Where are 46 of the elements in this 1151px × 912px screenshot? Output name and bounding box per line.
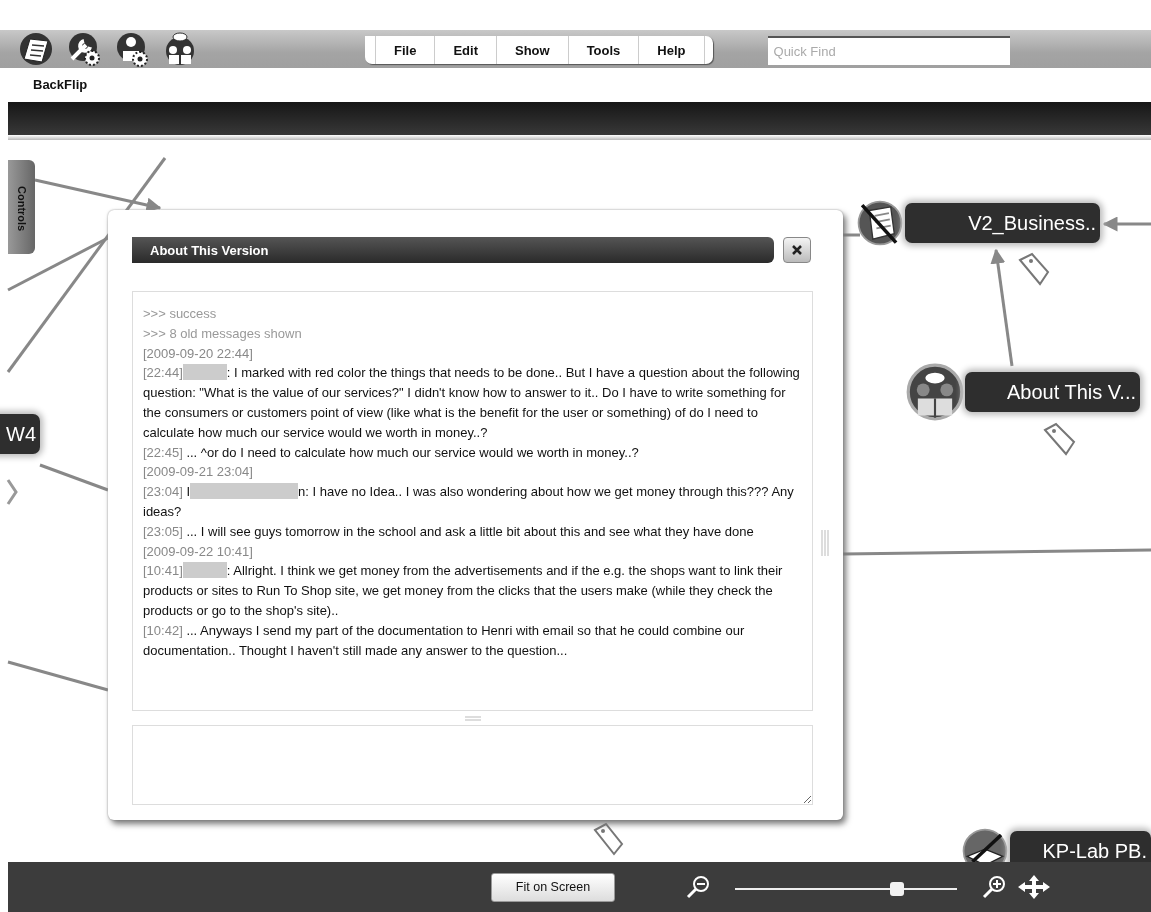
resize-handle[interactable] (821, 530, 829, 556)
connector-line (843, 233, 860, 237)
chat-message: [22:44] : I marked with red color the things that needs to be done.. But I have a question about the following question: "What is the value of our services?" I didn't know how to answer to it.. Do I have to write something for the consumers or customers point of view (like what is the benefit for the user or something) of do I need to calculate how much our service would we worth in money..? (143, 363, 801, 442)
map-node[interactable]: KP-Lab PB. (1010, 831, 1151, 862)
controls-tab[interactable]: Controls (8, 160, 35, 254)
map-title: BackFlip (33, 76, 88, 92)
map-node[interactable]: About This V... (965, 372, 1140, 412)
menu-item[interactable]: Edit (434, 36, 496, 64)
menu-item[interactable]: Show (495, 36, 568, 64)
wrench-gear-icon[interactable] (66, 31, 102, 67)
search-field[interactable]: Quick Find (767, 35, 1010, 65)
connector-arrow (1102, 216, 1151, 232)
chat-message: [23:05] ... I will see guys tomorrow in the school and ask a little bit about this and see what they have done (143, 522, 755, 541)
menu-item[interactable]: Help (638, 36, 705, 64)
date-label: [2009-09-21 23:04] (143, 463, 254, 482)
connector-line (39, 463, 109, 492)
splitter-handle[interactable] (464, 715, 481, 721)
date-label: [2009-09-22 10:41] (143, 542, 254, 561)
close-icon (791, 244, 803, 256)
dialog-title: About This Version (132, 237, 774, 263)
date-label: [2009-09-20 22:44] (143, 344, 254, 363)
tag-icon (1043, 422, 1076, 456)
map-node[interactable]: V2_Business.. (905, 203, 1100, 243)
zoom-out-icon[interactable] (685, 874, 711, 900)
meeting-people-icon (905, 362, 965, 422)
tag-icon (593, 822, 624, 856)
tag-icon (1018, 252, 1050, 286)
fit-on-screen-button[interactable]: Fit on Screen (491, 872, 615, 902)
pan-icon[interactable] (1017, 874, 1051, 900)
menu-item[interactable]: Tools (567, 36, 639, 64)
document-pen-icon (855, 198, 905, 248)
chat-message: [10:41] : Allright. I think we get money from the advertisements and if the e.g. the shops want to link their products or sites to Run To Shop site, we get money from the clicks that the users make (while they check the products or go to the shop's site).. (143, 561, 784, 620)
map-node[interactable]: W4 (0, 414, 40, 454)
system-message: >>> success (143, 305, 218, 323)
user-gear-icon[interactable] (114, 31, 150, 67)
chat-message: [10:42] ... Anyways I send my part of the documentation to Henri with email so that he could combine our documentation.. Thought I haven't still made any answer to the question... (143, 621, 746, 660)
chat-message: [22:45] ... ^or do I need to calculate how much our service would we worth in money..? (143, 443, 640, 462)
checklist-icon[interactable] (18, 31, 54, 67)
slider-thumb[interactable] (890, 882, 905, 896)
chat-message: [23:04] I n: I have no Idea.. I was also wondering about how we get money through this??? Any ideas? (143, 482, 795, 521)
menu-item[interactable]: File (375, 36, 435, 64)
system-message: >>> 8 old messages shown (143, 324, 303, 343)
zoom-in-icon[interactable] (981, 874, 1007, 900)
message-input[interactable] (132, 725, 813, 805)
close-button[interactable] (783, 237, 811, 263)
chevron-icon (6, 479, 18, 505)
